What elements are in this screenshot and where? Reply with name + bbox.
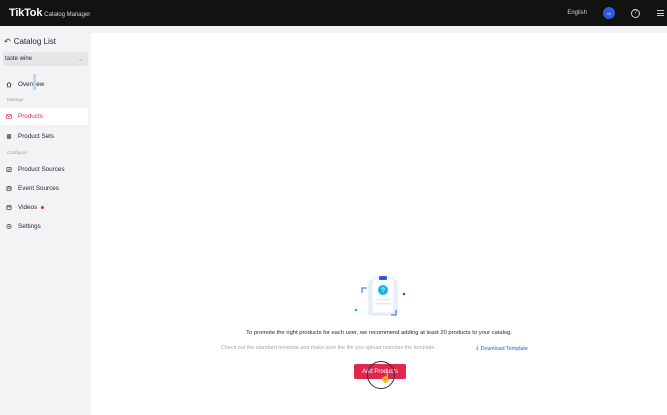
edit-doc-icon xyxy=(6,167,12,173)
help-icon[interactable]: ? xyxy=(631,8,640,18)
sidebar-item-label: Event Sources xyxy=(18,185,59,192)
product-name: Catalog Manager xyxy=(44,12,91,18)
download-icon: ⤓ xyxy=(476,345,479,351)
sidebar-item-label: Product Sources xyxy=(18,166,65,173)
sidebar-item-label: Videos xyxy=(18,204,38,211)
sidebar-item-product-sources[interactable]: Product Sources xyxy=(0,161,88,178)
download-template-label: Download Template xyxy=(480,345,528,352)
sidebar-item-products[interactable]: Products xyxy=(0,108,88,125)
home-icon xyxy=(6,81,12,88)
sidebar-item-overview[interactable]: Overview xyxy=(0,76,88,93)
sidebar-item-videos[interactable]: Videos xyxy=(0,199,88,216)
menu-icon[interactable] xyxy=(657,10,664,16)
section-configure: Configure xyxy=(7,150,27,155)
new-badge-dot xyxy=(41,206,45,209)
section-manage: Manage xyxy=(7,97,24,102)
catalog-select-value: taste wine xyxy=(5,56,33,62)
stack-icon xyxy=(6,134,12,140)
sidebar-item-event-sources[interactable]: Event Sources xyxy=(0,180,88,197)
svg-text:?: ? xyxy=(381,288,385,295)
top-bar: TikTok Catalog Manager English m ? xyxy=(0,0,667,26)
gear-icon xyxy=(6,224,12,230)
sidebar: ↶ Catalog List taste wine ⌄ Overview Man… xyxy=(0,33,91,415)
sidebar-item-settings[interactable]: Settings xyxy=(0,218,88,235)
tiktok-logo: TikTok xyxy=(9,7,43,19)
empty-state-message: To promote the right products for each u… xyxy=(246,330,512,336)
undo-icon: ↶ xyxy=(4,37,11,46)
brand[interactable]: TikTok Catalog Manager xyxy=(9,7,90,19)
sidebar-item-label: Overview xyxy=(18,81,45,88)
back-to-catalog-list[interactable]: ↶ Catalog List xyxy=(4,37,56,46)
video-icon xyxy=(6,205,12,211)
empty-state-hint: Check out the standard template and make… xyxy=(221,345,436,351)
mail-icon xyxy=(6,114,12,120)
sidebar-item-label: Products xyxy=(18,113,43,120)
sidebar-item-label: Product Sets xyxy=(18,133,55,140)
download-template-link[interactable]: ⤓ Download Template xyxy=(476,345,528,352)
add-products-button[interactable]: Add Products xyxy=(354,364,406,379)
language-selector[interactable]: English xyxy=(567,10,587,16)
selection-highlight xyxy=(33,74,36,90)
catalog-select[interactable]: taste wine ⌄ xyxy=(3,52,88,66)
empty-state-illustration: ? xyxy=(354,276,406,316)
chevron-down-icon: ⌄ xyxy=(77,56,83,63)
sidebar-item-label: Settings xyxy=(18,223,41,230)
sidebar-item-product-sets[interactable]: Product Sets xyxy=(0,128,88,145)
top-right-controls: English m ? xyxy=(567,0,667,26)
main-content xyxy=(91,33,667,415)
calendar-icon xyxy=(6,186,12,192)
catalog-list-label: Catalog List xyxy=(13,37,56,46)
avatar[interactable]: m xyxy=(603,7,615,19)
